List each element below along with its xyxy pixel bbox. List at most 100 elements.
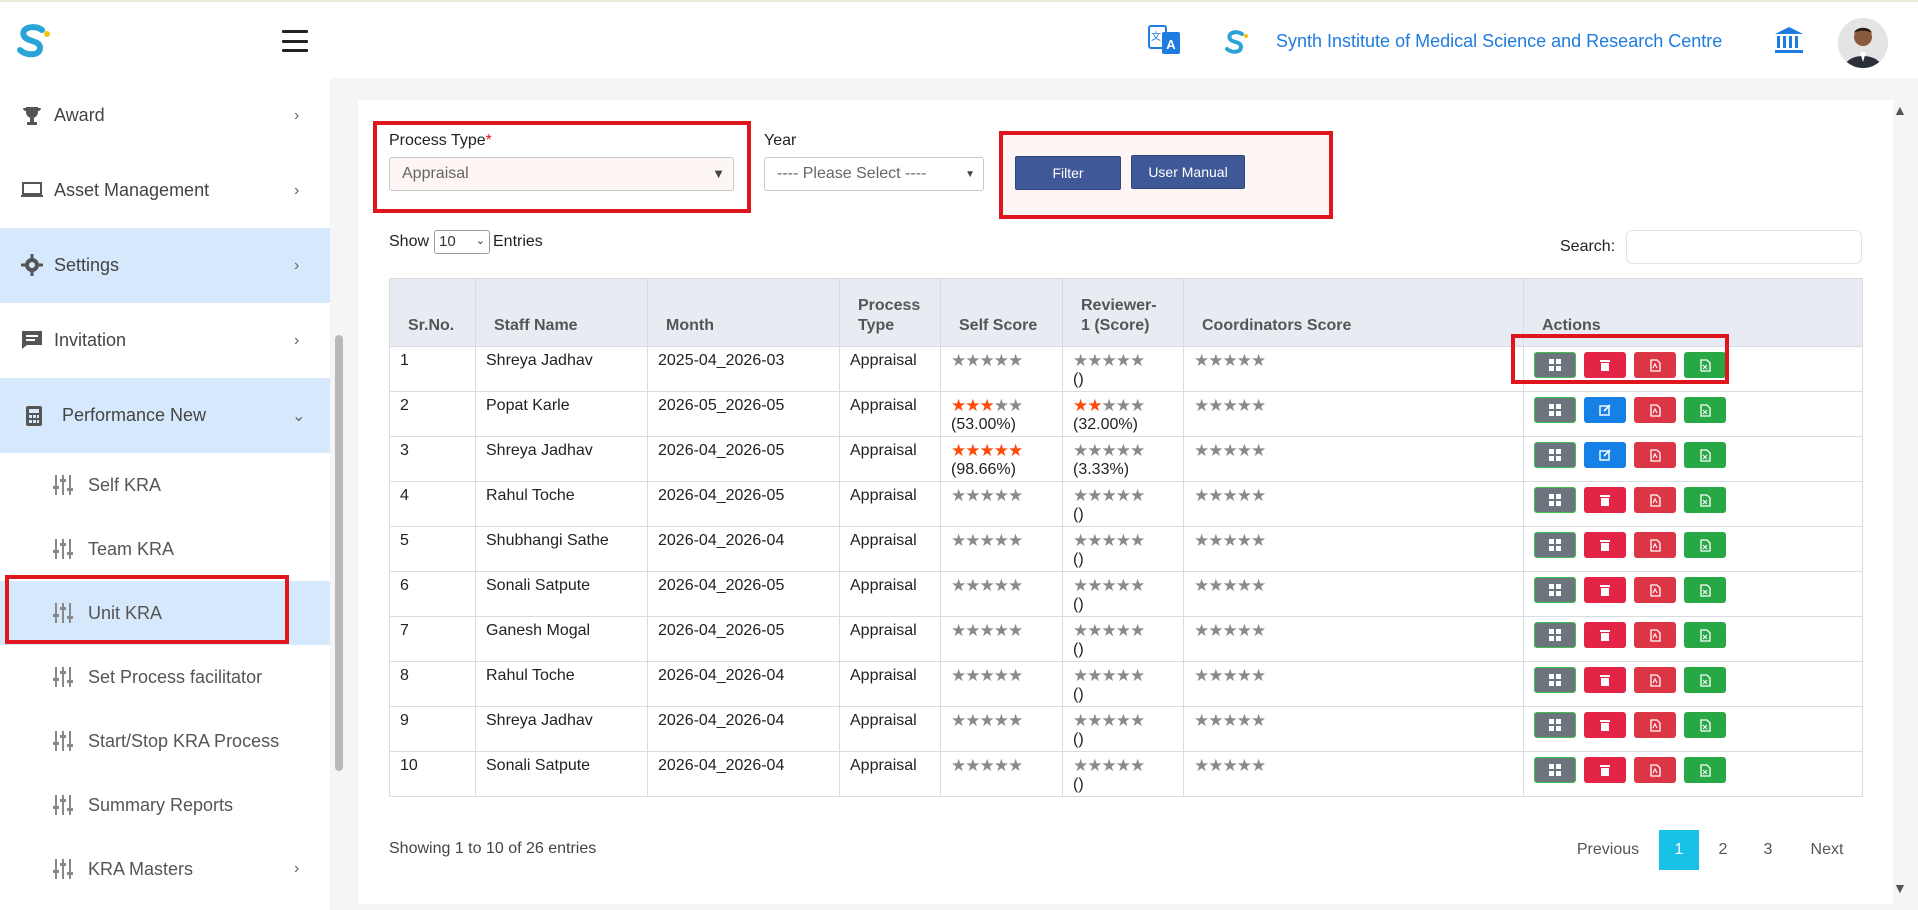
cell-month: 2026-04_2026-04: [647, 751, 840, 797]
pdf-button[interactable]: [1634, 667, 1676, 693]
reviewer-score-percent: (): [1073, 371, 1084, 388]
page-button-1[interactable]: 1: [1659, 830, 1699, 870]
excel-button[interactable]: [1684, 442, 1726, 468]
user-manual-button[interactable]: User Manual: [1131, 155, 1245, 189]
pdf-button[interactable]: [1634, 577, 1676, 603]
bank-icon[interactable]: [1774, 26, 1804, 54]
view-grid-button[interactable]: [1534, 397, 1576, 423]
view-grid-button[interactable]: [1534, 712, 1576, 738]
delete-button[interactable]: [1584, 532, 1626, 558]
filter-button[interactable]: Filter: [1015, 156, 1121, 190]
sidebar-subitem-kra-masters[interactable]: KRA Masters ›: [0, 837, 330, 901]
process-type-label: Process Type*: [389, 132, 492, 149]
user-avatar[interactable]: [1838, 18, 1888, 68]
table-row: 2 Popat Karle 2026-05_2026-05 Appraisal ★★★★…: [389, 391, 1863, 437]
sliders-icon: [53, 667, 73, 687]
message-icon: [22, 331, 42, 349]
cell-process-type: Appraisal: [839, 436, 941, 482]
delete-button[interactable]: [1584, 487, 1626, 513]
cell-sr-no: 5: [389, 526, 476, 572]
page-button-3[interactable]: 3: [1750, 830, 1786, 870]
sidebar-subitem-label: Summary Reports: [88, 794, 234, 815]
pdf-button[interactable]: [1634, 397, 1676, 423]
cell-self-score: ★★★★★: [940, 481, 1063, 527]
svg-text:文: 文: [1151, 30, 1161, 43]
sidebar-subitem-label: Set Process facilitator: [88, 666, 263, 687]
view-grid-button[interactable]: [1534, 757, 1576, 783]
sidebar-subitem-team-kra[interactable]: Team KRA: [0, 517, 330, 581]
cell-process-type: Appraisal: [839, 751, 941, 797]
excel-button[interactable]: [1684, 667, 1726, 693]
pdf-button[interactable]: [1634, 622, 1676, 648]
excel-button[interactable]: [1684, 757, 1726, 783]
view-grid-button[interactable]: [1534, 622, 1576, 648]
excel-button[interactable]: [1684, 712, 1726, 738]
sidebar-item-award[interactable]: Award ›: [0, 78, 330, 153]
next-page-button[interactable]: Next: [1800, 830, 1854, 870]
translate-icon[interactable]: A 文: [1148, 22, 1182, 58]
pdf-button[interactable]: [1634, 757, 1676, 783]
reviewer-score-percent: (): [1073, 686, 1084, 703]
cell-reviewer-score: ★★★★★(): [1062, 526, 1184, 572]
coordinators-score-stars: ★★★★★: [1194, 441, 1266, 460]
search-input[interactable]: [1626, 230, 1862, 264]
view-grid-button[interactable]: [1534, 667, 1576, 693]
view-grid-button[interactable]: [1534, 532, 1576, 558]
year-label: Year: [764, 132, 797, 149]
delete-button[interactable]: [1584, 622, 1626, 648]
cell-process-type: Appraisal: [839, 391, 941, 437]
self-score-stars: ★★★★★: [951, 666, 1023, 685]
svg-text:A: A: [1166, 37, 1176, 52]
pdf-button[interactable]: [1634, 712, 1676, 738]
entries-select[interactable]: 10 ⌄: [434, 230, 490, 254]
self-score-percent: (98.66%): [951, 461, 1016, 478]
delete-button[interactable]: [1584, 712, 1626, 738]
sidebar-item-invitation[interactable]: Invitation ›: [0, 303, 330, 378]
cell-actions: [1523, 436, 1863, 482]
pdf-button[interactable]: [1634, 532, 1676, 558]
sidebar-subitem-summary-reports[interactable]: Summary Reports: [0, 773, 330, 837]
cell-month: 2026-04_2026-05: [647, 481, 840, 527]
sidebar-subitem-start-stop-kra-process[interactable]: Start/Stop KRA Process: [0, 709, 330, 773]
sidebar-item-performance-new[interactable]: Performance New ⌄: [0, 378, 330, 453]
reviewer-score-stars: ★★★★★: [1073, 711, 1145, 730]
view-grid-button[interactable]: [1534, 442, 1576, 468]
column-header: Coordinators Score: [1183, 278, 1524, 347]
cell-coordinators-score: ★★★★★: [1183, 391, 1524, 437]
excel-button[interactable]: [1684, 577, 1726, 603]
app-logo[interactable]: [14, 22, 52, 60]
edit-button[interactable]: [1584, 397, 1626, 423]
menu-toggle-button[interactable]: [282, 30, 308, 52]
sidebar-subitem-set-process-facilitator[interactable]: Set Process facilitator: [0, 645, 330, 709]
previous-page-button[interactable]: Previous: [1574, 830, 1642, 870]
sidebar-scrollbar[interactable]: [335, 335, 343, 771]
cell-coordinators-score: ★★★★★: [1183, 616, 1524, 662]
excel-button[interactable]: [1684, 397, 1726, 423]
excel-button[interactable]: [1684, 487, 1726, 513]
sidebar-subitem-self-kra[interactable]: Self KRA: [0, 453, 330, 517]
excel-button[interactable]: [1684, 622, 1726, 648]
process-type-select[interactable]: Appraisal ▼: [389, 157, 734, 191]
coordinators-score-stars: ★★★★★: [1194, 621, 1266, 640]
chevron-down-icon: ⌄: [475, 235, 485, 247]
view-grid-button[interactable]: [1534, 487, 1576, 513]
excel-button[interactable]: [1684, 532, 1726, 558]
delete-button[interactable]: [1584, 577, 1626, 603]
scroll-down-arrow[interactable]: ▼: [1893, 880, 1907, 896]
reviewer-score-percent: (): [1073, 551, 1084, 568]
scroll-up-arrow[interactable]: ▲: [1893, 102, 1907, 118]
edit-button[interactable]: [1584, 442, 1626, 468]
year-select[interactable]: ---- Please Select ---- ▼: [764, 157, 984, 191]
page-button-2[interactable]: 2: [1705, 830, 1741, 870]
sidebar-item-settings[interactable]: Settings ›: [0, 228, 330, 303]
delete-button[interactable]: [1584, 757, 1626, 783]
view-grid-button[interactable]: [1534, 577, 1576, 603]
cell-month: 2025-04_2026-03: [647, 346, 840, 392]
pdf-button[interactable]: [1634, 442, 1676, 468]
sidebar-item-asset-management[interactable]: Asset Management ›: [0, 153, 330, 228]
cell-month: 2026-04_2026-04: [647, 661, 840, 707]
delete-button[interactable]: [1584, 667, 1626, 693]
pdf-button[interactable]: [1634, 487, 1676, 513]
institute-name: Synth Institute of Medical Science and R…: [1276, 31, 1723, 51]
cell-coordinators-score: ★★★★★: [1183, 526, 1524, 572]
